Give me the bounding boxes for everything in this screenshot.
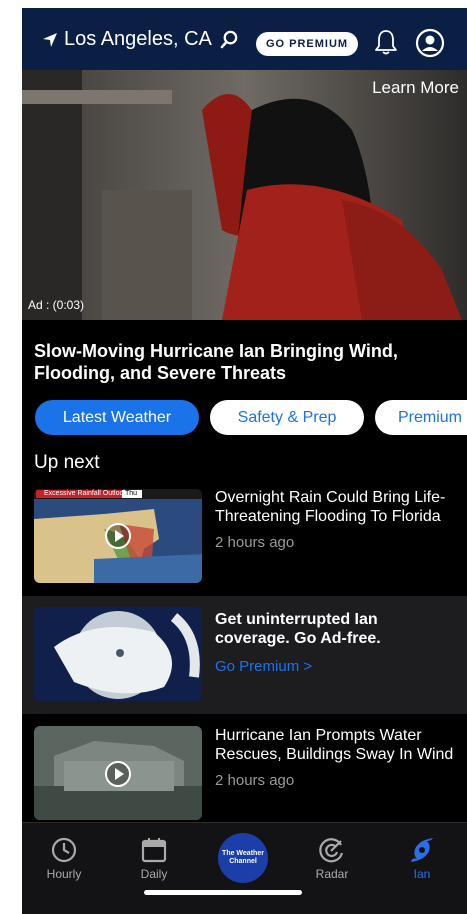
item-timestamp: 2 hours ago <box>215 772 295 789</box>
thumbnail-caption: Excessive Rainfall Outlook <box>44 490 127 497</box>
search-icon[interactable] <box>220 30 239 49</box>
location-label: Los Angeles, CA <box>64 28 212 50</box>
twc-logo-button[interactable]: The Weather Channel <box>218 833 268 883</box>
go-premium-button[interactable]: GO PREMIUM <box>256 32 358 56</box>
nav-daily-label: Daily <box>140 867 168 881</box>
chip-safety-prep[interactable]: Safety & Prep <box>210 400 364 435</box>
up-next-heading: Up next <box>34 452 100 473</box>
chip-premium[interactable]: Premium <box>375 400 467 435</box>
item-title: Overnight Rain Could Bring Life-Threaten… <box>215 489 446 525</box>
top-bar: Los Angeles, CA GO PREMIUM <box>22 8 467 70</box>
nav-ian-label: Ian <box>413 867 431 881</box>
nav-radar-label: Radar <box>315 867 349 881</box>
category-chips: Latest Weather Safety & Prep Premium <box>35 400 467 435</box>
list-item[interactable]: Excessive Rainfall Outlook Thu Overnight… <box>22 486 467 586</box>
learn-more-link[interactable]: Learn More <box>372 78 459 98</box>
play-icon <box>105 523 131 549</box>
hurricane-thumbnail <box>34 607 202 701</box>
list-item[interactable]: Get uninterrupted Ian coverage. Go Ad-fr… <box>22 606 467 706</box>
ad-timer: Ad : (0:03) <box>28 298 85 312</box>
radar-icon <box>319 838 344 863</box>
video-frame <box>22 70 467 320</box>
app-screen: Los Angeles, CA GO PREMIUM Learn More Ad… <box>22 8 467 914</box>
thumbnail-day: Thu <box>125 490 138 497</box>
calendar-icon <box>141 838 167 863</box>
location-arrow-icon <box>43 32 57 47</box>
list-item[interactable]: Hurricane Ian Prompts Water Rescues, Bui… <box>22 724 467 824</box>
bell-icon[interactable] <box>374 28 398 56</box>
clock-icon <box>51 837 77 863</box>
home-indicator[interactable] <box>144 890 302 895</box>
item-title: Hurricane Ian Prompts Water Rescues, Bui… <box>215 727 454 763</box>
item-timestamp: 2 hours ago <box>215 534 295 551</box>
nav-daily[interactable]: Daily <box>124 837 184 881</box>
video-thumbnail <box>34 726 202 820</box>
hurricane-icon <box>411 838 433 862</box>
nav-ian[interactable]: Ian <box>392 837 452 881</box>
location-selector[interactable]: Los Angeles, CA <box>42 28 239 51</box>
video-player[interactable]: Learn More Ad : (0:03) <box>22 70 467 320</box>
promo-title: Get uninterrupted Ian coverage. Go Ad-fr… <box>215 611 381 647</box>
play-icon <box>105 761 131 787</box>
nav-hourly-label: Hourly <box>46 867 82 881</box>
profile-icon[interactable] <box>415 28 445 58</box>
video-thumbnail: Excessive Rainfall Outlook Thu <box>34 489 202 583</box>
bottom-nav: Hourly Daily The Weather Channel Radar I… <box>22 822 467 914</box>
article-headline[interactable]: Slow-Moving Hurricane Ian Bringing Wind,… <box>34 340 454 384</box>
nav-radar[interactable]: Radar <box>302 837 362 881</box>
nav-hourly[interactable]: Hourly <box>34 837 94 881</box>
chip-latest-weather[interactable]: Latest Weather <box>35 400 199 435</box>
go-premium-link[interactable]: Go Premium > <box>215 658 455 675</box>
